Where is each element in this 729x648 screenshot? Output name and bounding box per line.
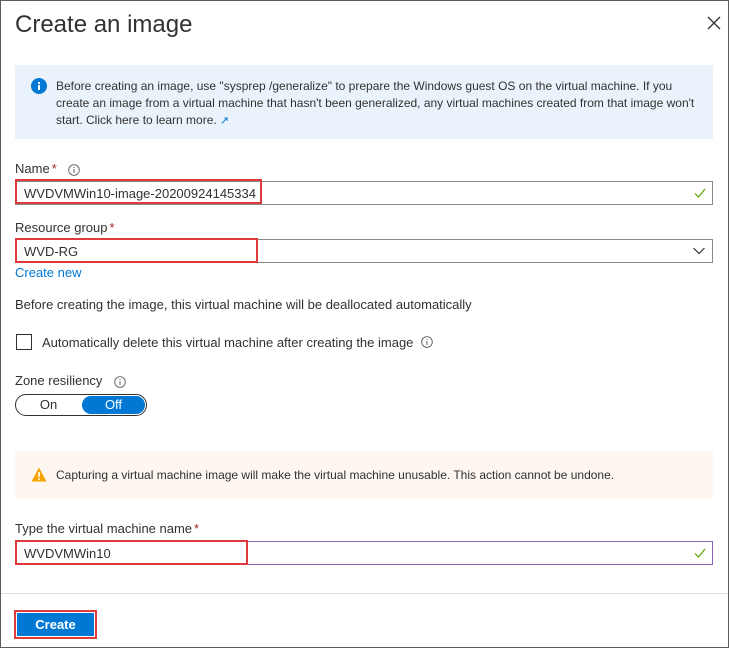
zone-resiliency-label: Zone resiliency (15, 373, 126, 388)
create-new-link[interactable]: Create new (15, 265, 81, 280)
resource-group-value: WVD-RG (24, 244, 79, 259)
vm-name-input-value: WVDVMWin10 (24, 546, 111, 561)
resource-group-select[interactable]: WVD-RG (15, 239, 713, 263)
deallocate-note: Before creating the image, this virtual … (15, 297, 472, 312)
toggle-off-option[interactable]: Off (82, 396, 145, 414)
zone-resiliency-toggle[interactable]: On Off (15, 394, 147, 416)
vm-name-label: Type the virtual machine name * (15, 521, 199, 536)
toggle-on-option[interactable]: On (17, 396, 80, 414)
info-icon (31, 78, 47, 94)
info-text[interactable]: Before creating an image, use "sysprep /… (56, 78, 706, 130)
info-circle-icon[interactable] (68, 163, 81, 176)
name-input-value: WVDVMWin10-image-20200924145334 (24, 186, 256, 201)
page-title: Create an image (15, 11, 193, 38)
warning-icon (31, 467, 47, 482)
footer-divider (1, 593, 728, 594)
chevron-down-icon (693, 247, 705, 255)
name-label-text: Name (15, 161, 50, 176)
create-button[interactable]: Create (17, 613, 94, 636)
warning-text: Capturing a virtual machine image will m… (56, 468, 615, 482)
required-mark: * (194, 521, 200, 536)
vm-name-input[interactable]: WVDVMWin10 (15, 541, 713, 565)
zone-resiliency-label-text: Zone resiliency (15, 373, 103, 388)
name-label: Name * (15, 161, 81, 176)
resource-group-label: Resource group * (15, 220, 115, 235)
resource-group-label-text: Resource group (15, 220, 108, 235)
close-button[interactable] (707, 16, 727, 36)
checkmark-icon (694, 548, 706, 558)
required-mark: * (109, 220, 115, 235)
close-icon (707, 16, 721, 30)
name-input[interactable]: WVDVMWin10-image-20200924145334 (15, 181, 713, 205)
auto-delete-checkbox[interactable] (16, 334, 32, 350)
external-link-icon[interactable]: ↗ (220, 115, 229, 127)
create-image-panel: Create an image Before creating an image… (0, 0, 729, 648)
info-circle-icon[interactable] (114, 375, 126, 388)
vm-name-label-text: Type the virtual machine name (15, 521, 193, 536)
checkmark-icon (694, 188, 706, 198)
auto-delete-label[interactable]: Automatically delete this virtual machin… (42, 335, 413, 350)
info-circle-icon[interactable] (421, 336, 434, 348)
info-message[interactable]: Before creating an image, use "sysprep /… (56, 79, 694, 127)
warning-banner: Capturing a virtual machine image will m… (15, 451, 713, 499)
info-banner: Before creating an image, use "sysprep /… (15, 65, 713, 139)
required-mark: * (51, 161, 57, 176)
auto-delete-row: Automatically delete this virtual machin… (16, 333, 434, 351)
